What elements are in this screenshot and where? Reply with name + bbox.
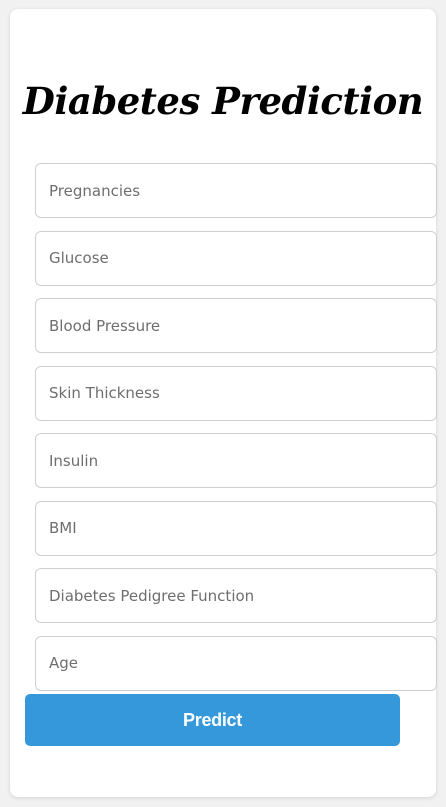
- insulin-input[interactable]: [35, 433, 437, 488]
- predict-button[interactable]: Predict: [25, 694, 400, 746]
- age-input[interactable]: [35, 635, 437, 691]
- pregnancies-input[interactable]: [35, 163, 437, 218]
- prediction-form: [35, 163, 437, 703]
- skin-thickness-input[interactable]: [35, 365, 437, 421]
- diabetes-pedigree-function-input[interactable]: [35, 568, 437, 623]
- glucose-input[interactable]: [35, 230, 437, 286]
- prediction-card: Diabetes Prediction: [10, 9, 437, 797]
- page-title: Diabetes Prediction: [22, 79, 424, 123]
- bmi-input[interactable]: [35, 500, 437, 556]
- blood-pressure-input[interactable]: [35, 298, 437, 353]
